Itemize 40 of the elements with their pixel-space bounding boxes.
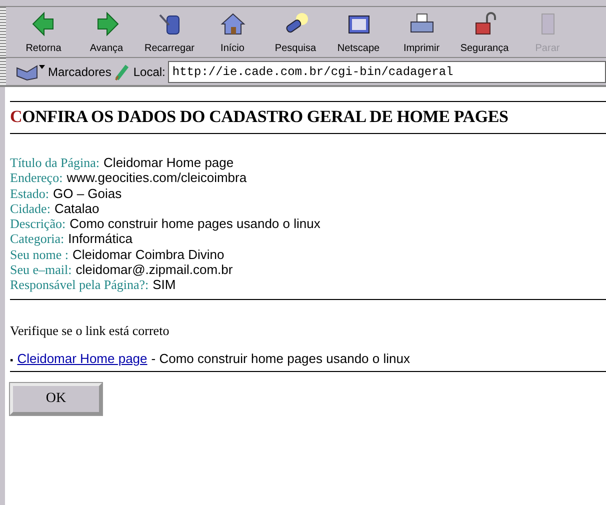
- toolbar-button[interactable]: Recarregar: [138, 7, 201, 57]
- page-heading: CONFIRA OS DADOS DO CADASTRO GERAL DE HOME PAGES: [10, 107, 510, 127]
- field-label: Seu e–mail:: [10, 262, 72, 278]
- house-icon: [220, 11, 246, 37]
- toolbar-button[interactable]: Avança: [75, 7, 138, 57]
- field-label: Cidade:: [10, 200, 50, 216]
- toolbar-button[interactable]: Imprimir: [390, 7, 453, 57]
- verify-text: Verifique se o link está correto: [10, 322, 170, 339]
- toolbar-grip[interactable]: [0, 7, 6, 57]
- toolbar-grip[interactable]: [0, 58, 6, 85]
- field-label: Estado:: [10, 186, 49, 201]
- field-value: GO – Goias: [53, 186, 122, 201]
- field-value: www.geocities.com/cleicoimbra: [66, 170, 247, 186]
- field-label: Seu nome :: [10, 246, 68, 262]
- field-value: Cleidomar Home page: [104, 155, 234, 170]
- back-arrow-icon: [30, 11, 56, 37]
- toolbar-button[interactable]: Início: [201, 7, 264, 57]
- page-link[interactable]: Cleidomar Home page: [17, 350, 148, 366]
- field-label: Descrição:: [10, 216, 66, 232]
- ok-button[interactable]: OK: [10, 382, 102, 415]
- bookmarks-label[interactable]: Marcadores: [48, 64, 112, 78]
- field-value: Como construir home pages usando o linux: [70, 216, 320, 232]
- toolbar-button[interactable]: Retorna: [12, 7, 75, 57]
- field-label: Categoria:: [10, 231, 64, 246]
- toolbar-button[interactable]: Netscape: [327, 7, 390, 57]
- field-label: Título da Página:: [10, 155, 100, 170]
- field-value: cleidomar@.zipmail.com.br: [76, 262, 233, 278]
- field-value: Informática: [68, 231, 132, 246]
- field-label: Responsável pela Página?:: [10, 277, 149, 292]
- field-value: Cleidomar Coimbra Divino: [72, 246, 224, 262]
- location-label: Local:: [133, 64, 166, 78]
- pencil-icon: [114, 62, 130, 80]
- field-value: SIM: [152, 277, 176, 292]
- link-description: - Como construir home pages usando o linux: [151, 350, 410, 366]
- toolbar-button[interactable]: Pesquisa: [264, 7, 327, 57]
- toolbar-button[interactable]: Segurança: [453, 7, 516, 57]
- bullet-icon: ▪: [10, 354, 14, 365]
- field-value: Catalao: [54, 200, 100, 216]
- url-field[interactable]: http://ie.cade.com.br/cgi-bin/cadageral: [168, 60, 606, 82]
- field-label: Endereço:: [10, 170, 63, 186]
